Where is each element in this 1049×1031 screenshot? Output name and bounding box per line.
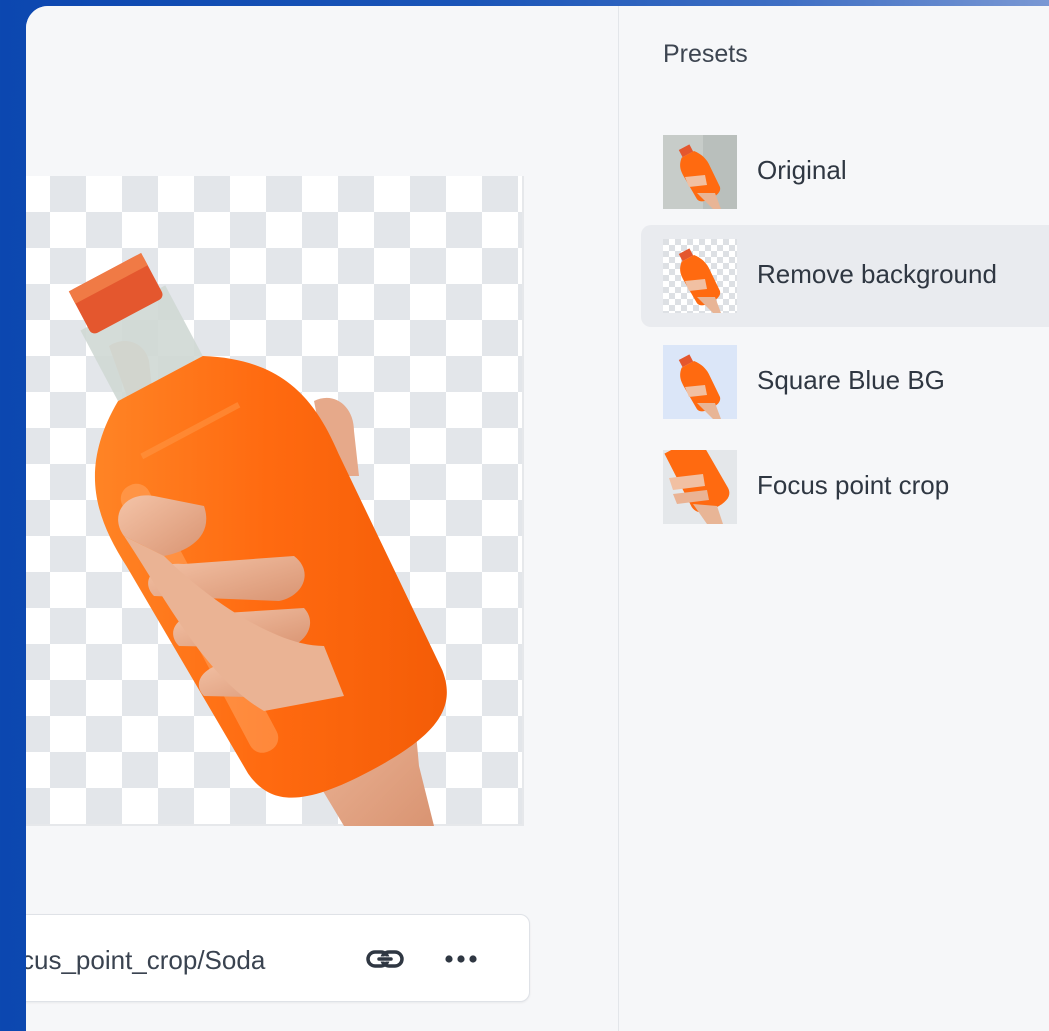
presets-panel: Presets Original Remove background Squar… — [618, 6, 1049, 1031]
preset-remove-background[interactable]: Remove background — [641, 225, 1049, 327]
preset-thumbnail-square-blue-bg — [663, 345, 737, 419]
preset-label-original: Original — [757, 155, 847, 185]
preset-thumbnail-focus-point-crop — [663, 450, 737, 524]
preview-pane: cus_point_crop/Soda — [26, 6, 618, 1031]
image-preview — [26, 176, 524, 826]
presets-title: Presets — [663, 40, 748, 68]
preset-label-square-blue-bg: Square Blue BG — [757, 365, 945, 395]
preset-original[interactable]: Original — [641, 121, 1049, 223]
preset-label-remove-background: Remove background — [757, 259, 997, 289]
asset-url-text[interactable]: cus_point_crop/Soda — [26, 945, 265, 976]
preset-focus-point-crop[interactable]: Focus point crop — [641, 436, 1049, 538]
asset-url-bar[interactable]: cus_point_crop/Soda — [26, 914, 530, 1002]
preset-thumbnail-remove-background — [663, 239, 737, 313]
preset-label-focus-point-crop: Focus point crop — [757, 470, 950, 500]
more-horizontal-icon[interactable] — [443, 951, 479, 967]
soda-bottle-image — [68, 252, 447, 826]
preset-thumbnail-original — [663, 135, 737, 209]
preset-square-blue-bg[interactable]: Square Blue BG — [641, 331, 1049, 433]
link-icon[interactable] — [365, 947, 405, 971]
app-window: cus_point_crop/Soda Presets Original Rem… — [26, 6, 1049, 1031]
